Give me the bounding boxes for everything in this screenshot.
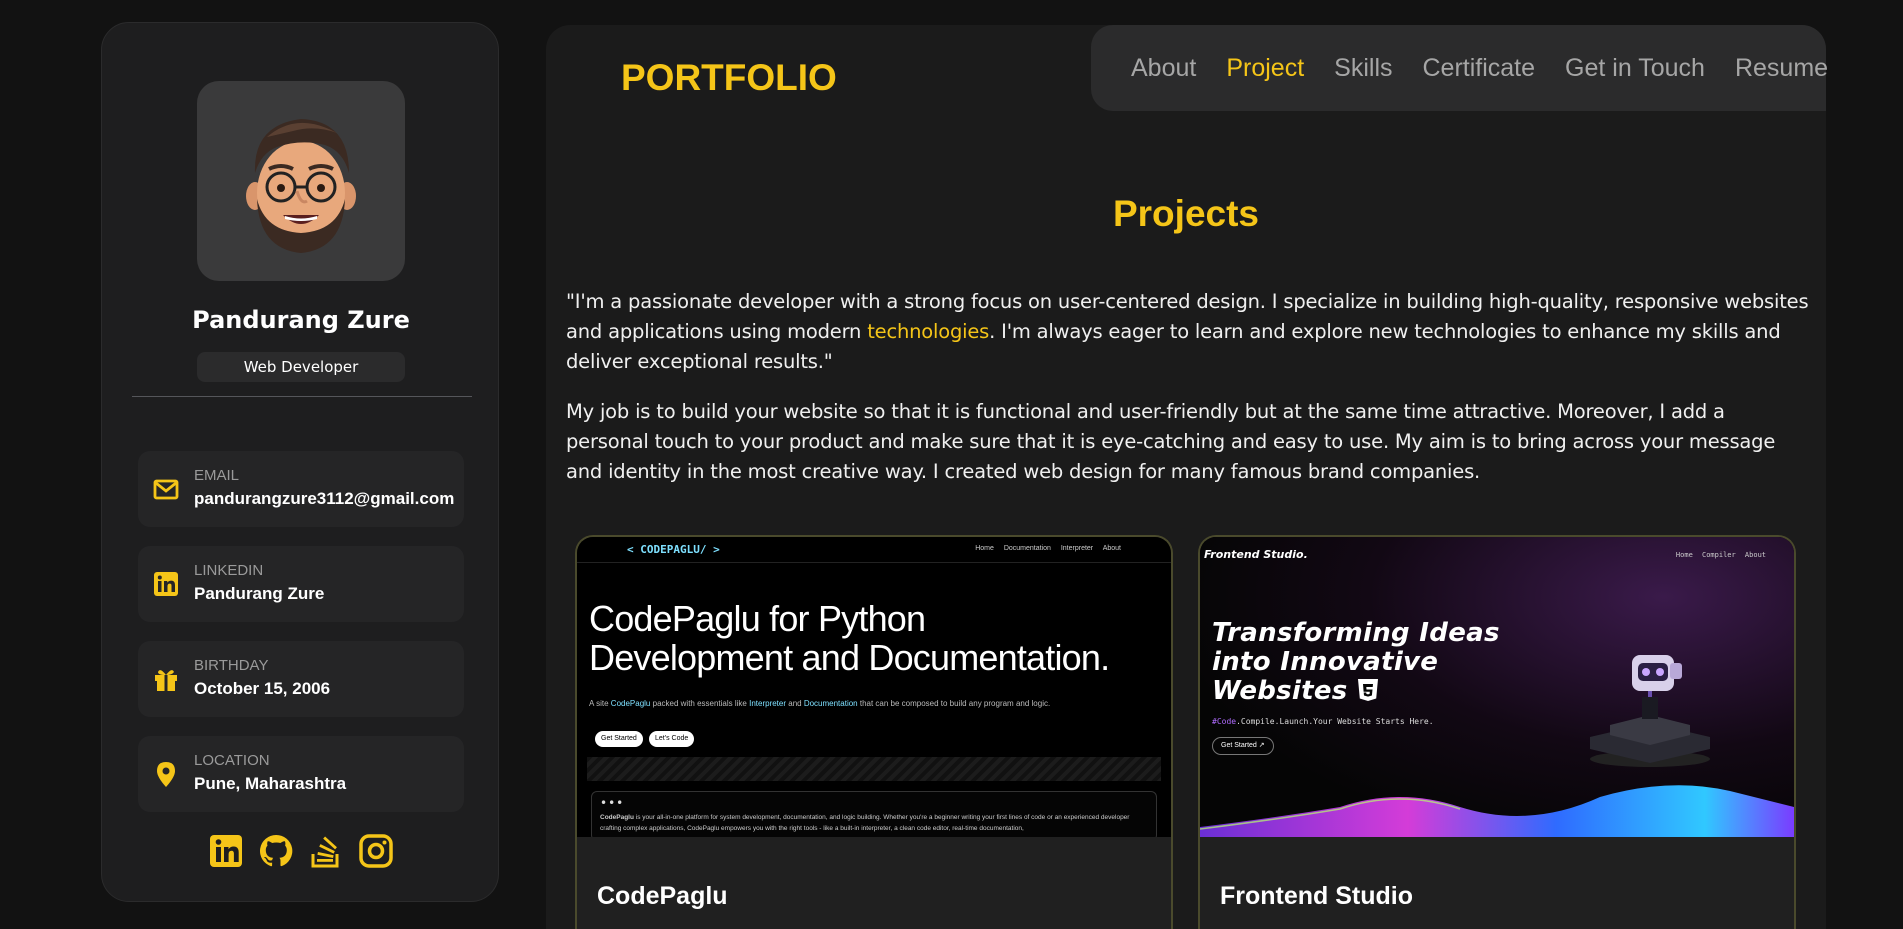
project-title: CodePaglu [597, 882, 728, 910]
tag-highlight: #Code [1212, 717, 1237, 726]
preview-get-started-button: Get Started [595, 731, 643, 747]
intro-paragraph: "I'm a passionate developer with a stron… [566, 287, 1811, 377]
contact-location: LOCATION Pune, Maharashtra [138, 736, 464, 812]
project-card-frontend-studio[interactable]: Frontend Studio. Home Compiler About Tra… [1198, 535, 1796, 929]
preview-stripe [587, 757, 1161, 781]
contact-value: October 15, 2006 [194, 679, 331, 698]
sub-text: A site [589, 699, 611, 708]
main-content: PORTFOLIO About Project Skills Certifica… [546, 25, 1828, 929]
headline-line: Transforming Ideas [1212, 618, 1500, 648]
gift-icon [152, 665, 180, 693]
profile-sidebar: Pandurang Zure Web Developer EMAIL pandu… [101, 22, 499, 902]
sub-link: Interpreter [749, 699, 787, 708]
gradient-wave-icon [1200, 785, 1794, 837]
headline-line: Development and Documentation. [589, 637, 1110, 678]
github-icon[interactable] [258, 833, 294, 869]
section-title: Projects [1112, 193, 1259, 234]
preview-headline: Transforming Ideas into Innovative Websi… [1212, 619, 1500, 706]
linkedin-icon[interactable] [208, 833, 244, 869]
project-card-codepaglu[interactable]: < CODEPAGLU/ > Home Documentation Interp… [575, 535, 1173, 929]
mail-icon [152, 475, 180, 503]
project-title: Frontend Studio [1220, 882, 1414, 910]
sidebar-divider [132, 396, 472, 397]
preview-navbar: < CODEPAGLU/ > Home Documentation Interp… [577, 537, 1171, 563]
sub-text: packed with essentials like [650, 699, 750, 708]
project-screenshot: < CODEPAGLU/ > Home Documentation Interp… [577, 537, 1171, 837]
robot-pedestal-icon [1590, 655, 1710, 767]
headline-line: into Innovative [1212, 647, 1439, 677]
job-paragraph: My job is to build your website so that … [566, 400, 1776, 483]
top-navbar: About Project Skills Certificate Get in … [1091, 25, 1828, 111]
headline-line: Websites [1212, 677, 1500, 706]
contact-value[interactable]: pandurangzure3112@gmail.com [194, 489, 454, 509]
body-text: is your all-in-one platform for system d… [600, 814, 1130, 832]
sub-link: CodePaglu [610, 699, 651, 708]
sub-text: that can be composed to build any progra… [857, 699, 1051, 708]
profile-role-badge: Web Developer [197, 352, 405, 382]
location-pin-icon [152, 760, 180, 788]
contact-title: BIRTHDAY [194, 657, 269, 674]
preview-code-box: ••• CodePaglu is your all-in-one platfor… [591, 791, 1157, 837]
nav-resume[interactable]: Resume [1720, 54, 1843, 83]
nav-get-in-touch[interactable]: Get in Touch [1550, 54, 1720, 83]
preview-brand: < CODEPAGLU/ > [627, 543, 720, 556]
technologies-highlight: technologies [867, 320, 990, 343]
instagram-icon[interactable] [358, 833, 394, 869]
preview-nav-links: Home Documentation Interpreter About [975, 545, 1121, 552]
memoji-avatar-icon [246, 119, 356, 253]
nav-certificate[interactable]: Certificate [1408, 54, 1551, 83]
preview-get-started-button: Get Started ↗ [1212, 737, 1274, 755]
contact-email[interactable]: EMAIL pandurangzure3112@gmail.com [138, 451, 464, 527]
contact-title: EMAIL [194, 467, 240, 484]
preview-nav-links: Home Compiler About [1675, 551, 1766, 559]
avatar [197, 81, 405, 281]
linkedin-icon [152, 570, 180, 598]
preview-body: CodePaglu is your all-in-one platform fo… [600, 812, 1150, 834]
preview-headline: CodePaglu for Python Development and Docu… [589, 598, 1110, 678]
nav-project[interactable]: Project [1211, 54, 1319, 83]
nav-about[interactable]: About [1116, 54, 1211, 83]
contact-value: Pune, Maharashtra [194, 774, 347, 793]
profile-name: Pandurang Zure [192, 306, 410, 334]
tag-text: .Compile.Launch.Your Website Starts Here… [1236, 717, 1434, 726]
project-screenshot: Frontend Studio. Home Compiler About Tra… [1200, 537, 1794, 837]
preview-tagline: #Code.Compile.Launch.Your Website Starts… [1212, 717, 1434, 726]
stackoverflow-icon[interactable] [308, 833, 344, 869]
contact-birthday: BIRTHDAY October 15, 2006 [138, 641, 464, 717]
contact-linkedin[interactable]: LINKEDIN Pandurang Zure [138, 546, 464, 622]
contact-title: LINKEDIN [194, 562, 264, 579]
sub-text: and [786, 699, 804, 708]
headline-line: CodePaglu for Python [589, 598, 926, 639]
social-links [102, 833, 500, 873]
preview-lets-code-button: Let's Code [649, 731, 695, 747]
html5-icon [1357, 679, 1378, 701]
nav-skills[interactable]: Skills [1319, 54, 1407, 83]
preview-brand: Frontend Studio. [1204, 548, 1308, 561]
sub-link: Documentation [803, 699, 858, 708]
body-bold: CodePaglu [600, 814, 634, 821]
contact-title: LOCATION [194, 752, 270, 769]
preview-subtitle: A site CodePaglu packed with essentials … [589, 699, 1050, 708]
contact-value[interactable]: Pandurang Zure [194, 584, 324, 604]
site-logo[interactable]: PORTFOLIO [621, 57, 837, 99]
window-dots: ••• [600, 796, 625, 810]
headline-word: Websites [1212, 676, 1348, 706]
